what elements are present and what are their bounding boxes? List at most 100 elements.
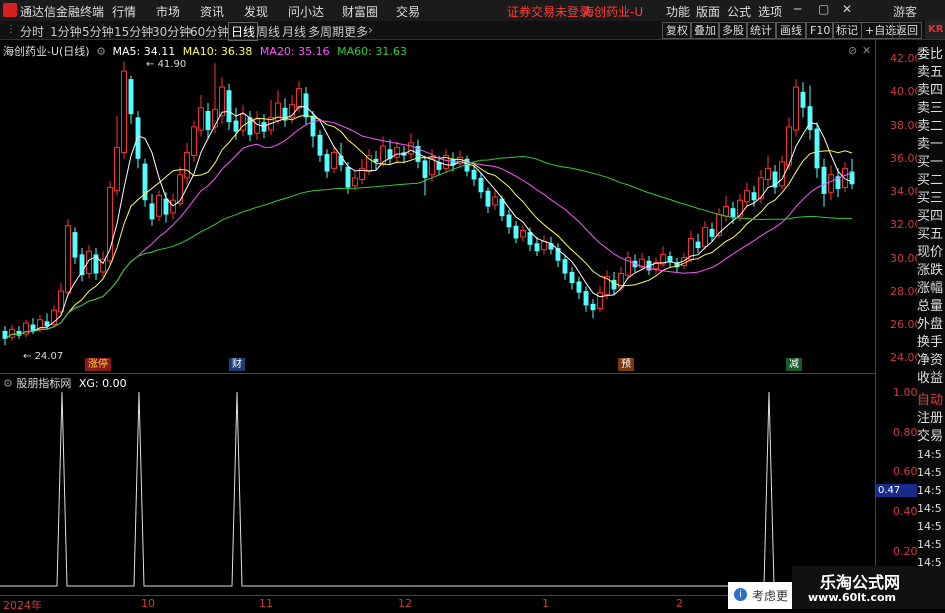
candle[interactable] [485, 187, 491, 213]
candle[interactable] [23, 319, 29, 338]
candle[interactable] [569, 267, 575, 290]
candle[interactable] [142, 158, 148, 207]
candle[interactable] [695, 233, 701, 253]
menu-gongshi[interactable]: 公式 [727, 3, 751, 20]
candle[interactable] [86, 244, 92, 279]
maximize-icon[interactable]: ▢ [818, 2, 829, 16]
candle[interactable] [800, 82, 806, 118]
candle[interactable] [562, 254, 568, 280]
candle[interactable] [359, 158, 365, 185]
candle[interactable] [716, 208, 722, 239]
tab-30min[interactable]: 30分钟 [152, 23, 191, 40]
candle[interactable] [499, 195, 505, 221]
candle[interactable] [422, 155, 428, 196]
tab-15min[interactable]: 15分钟 [114, 23, 153, 40]
tip-popup[interactable]: i 考虑更 [728, 582, 792, 609]
candle[interactable] [779, 155, 785, 190]
quote-earnings[interactable]: 收益 [917, 370, 945, 388]
candle[interactable] [772, 165, 778, 194]
candle[interactable] [653, 257, 659, 274]
candle[interactable] [247, 110, 253, 142]
quote-price[interactable]: 现价 [917, 244, 945, 262]
quote-turnover[interactable]: 换手 [917, 334, 945, 352]
panel-close-icon[interactable]: ✕ [862, 44, 871, 57]
candle[interactable] [121, 61, 127, 159]
candle[interactable] [79, 248, 85, 282]
btn-tongji[interactable]: 统计 [746, 22, 776, 39]
candle[interactable] [604, 270, 610, 300]
candle[interactable] [534, 236, 540, 256]
candle[interactable] [65, 219, 71, 296]
tab-daily[interactable]: 日线 [228, 22, 259, 41]
candle[interactable] [660, 246, 666, 268]
quote-netasset[interactable]: 净资 [917, 352, 945, 370]
candle[interactable] [821, 158, 827, 207]
btn-f10[interactable]: F10 [806, 22, 835, 39]
tab-fenshi[interactable]: 分时 [20, 23, 44, 40]
login-status[interactable]: 证券交易未登录 [507, 3, 591, 20]
candle[interactable] [387, 139, 393, 166]
candle[interactable] [513, 220, 519, 244]
tag-zhangting[interactable]: 涨停 [85, 358, 111, 371]
btn-biaoji[interactable]: 标记 [832, 22, 862, 39]
quote-register[interactable]: 注册 [917, 410, 945, 428]
candle[interactable] [674, 257, 680, 272]
candle[interactable] [709, 222, 715, 242]
quote-mai2[interactable]: 卖二 [917, 118, 945, 136]
candle[interactable] [478, 173, 484, 199]
quote-volume[interactable]: 总量 [917, 298, 945, 316]
minimize-icon[interactable]: ─ [794, 2, 801, 16]
candle[interactable] [184, 142, 190, 185]
candle[interactable] [51, 305, 57, 328]
close-icon[interactable]: ✕ [842, 2, 852, 16]
candle[interactable] [744, 182, 750, 207]
collapse-icon[interactable]: ⊘ [848, 44, 857, 57]
candle[interactable] [555, 243, 561, 268]
tab-5min[interactable]: 5分钟 [82, 23, 114, 40]
candle[interactable] [520, 225, 526, 242]
user-label[interactable]: 游客 [893, 3, 917, 20]
quote-mai1[interactable]: 卖一 [917, 136, 945, 154]
candle[interactable] [576, 276, 582, 300]
candle[interactable] [226, 83, 232, 131]
menu-wenxiaoda[interactable]: 问小达 [288, 3, 324, 20]
candle[interactable] [219, 77, 225, 124]
settings-gear-icon[interactable]: ⚙ [96, 45, 106, 58]
candle[interactable] [723, 195, 729, 221]
tab-multiperiod[interactable]: 多周期 [308, 23, 344, 40]
quote-buy3[interactable]: 买三 [917, 190, 945, 208]
quote-mai4[interactable]: 卖四 [917, 82, 945, 100]
quote-trade[interactable]: 交易 [917, 428, 945, 446]
tab-weekly[interactable]: 周线 [256, 23, 280, 40]
candle[interactable] [114, 115, 120, 196]
candle[interactable] [814, 122, 820, 178]
candle[interactable] [107, 181, 113, 264]
candle[interactable] [590, 299, 596, 319]
candle[interactable] [394, 141, 400, 164]
candle[interactable] [597, 286, 603, 312]
menu-caifuquan[interactable]: 财富圈 [342, 3, 378, 20]
candle[interactable] [828, 165, 834, 201]
menu-banmian[interactable]: 版面 [696, 3, 720, 20]
btn-fuquan[interactable]: 复权 [662, 22, 692, 39]
candle[interactable] [9, 324, 15, 341]
candle[interactable] [583, 286, 589, 312]
candle[interactable] [464, 155, 470, 177]
tag-jian[interactable]: 减 [786, 358, 802, 371]
btn-huaxian[interactable]: 画线 [776, 22, 806, 39]
candlestick-chart[interactable] [0, 40, 875, 373]
menu-jiaoyi[interactable]: 交易 [396, 3, 420, 20]
candle[interactable] [618, 267, 624, 292]
candle[interactable] [16, 326, 22, 339]
candle[interactable] [191, 120, 197, 162]
candle[interactable] [331, 146, 337, 174]
candle[interactable] [807, 85, 813, 140]
kr-button[interactable]: KR [925, 21, 945, 39]
candle[interactable] [156, 190, 162, 221]
candle[interactable] [702, 220, 708, 250]
candle[interactable] [625, 251, 631, 279]
candle[interactable] [72, 227, 78, 264]
candle[interactable] [303, 87, 309, 126]
candle[interactable] [149, 193, 155, 226]
tab-60min[interactable]: 60分钟 [190, 23, 229, 40]
